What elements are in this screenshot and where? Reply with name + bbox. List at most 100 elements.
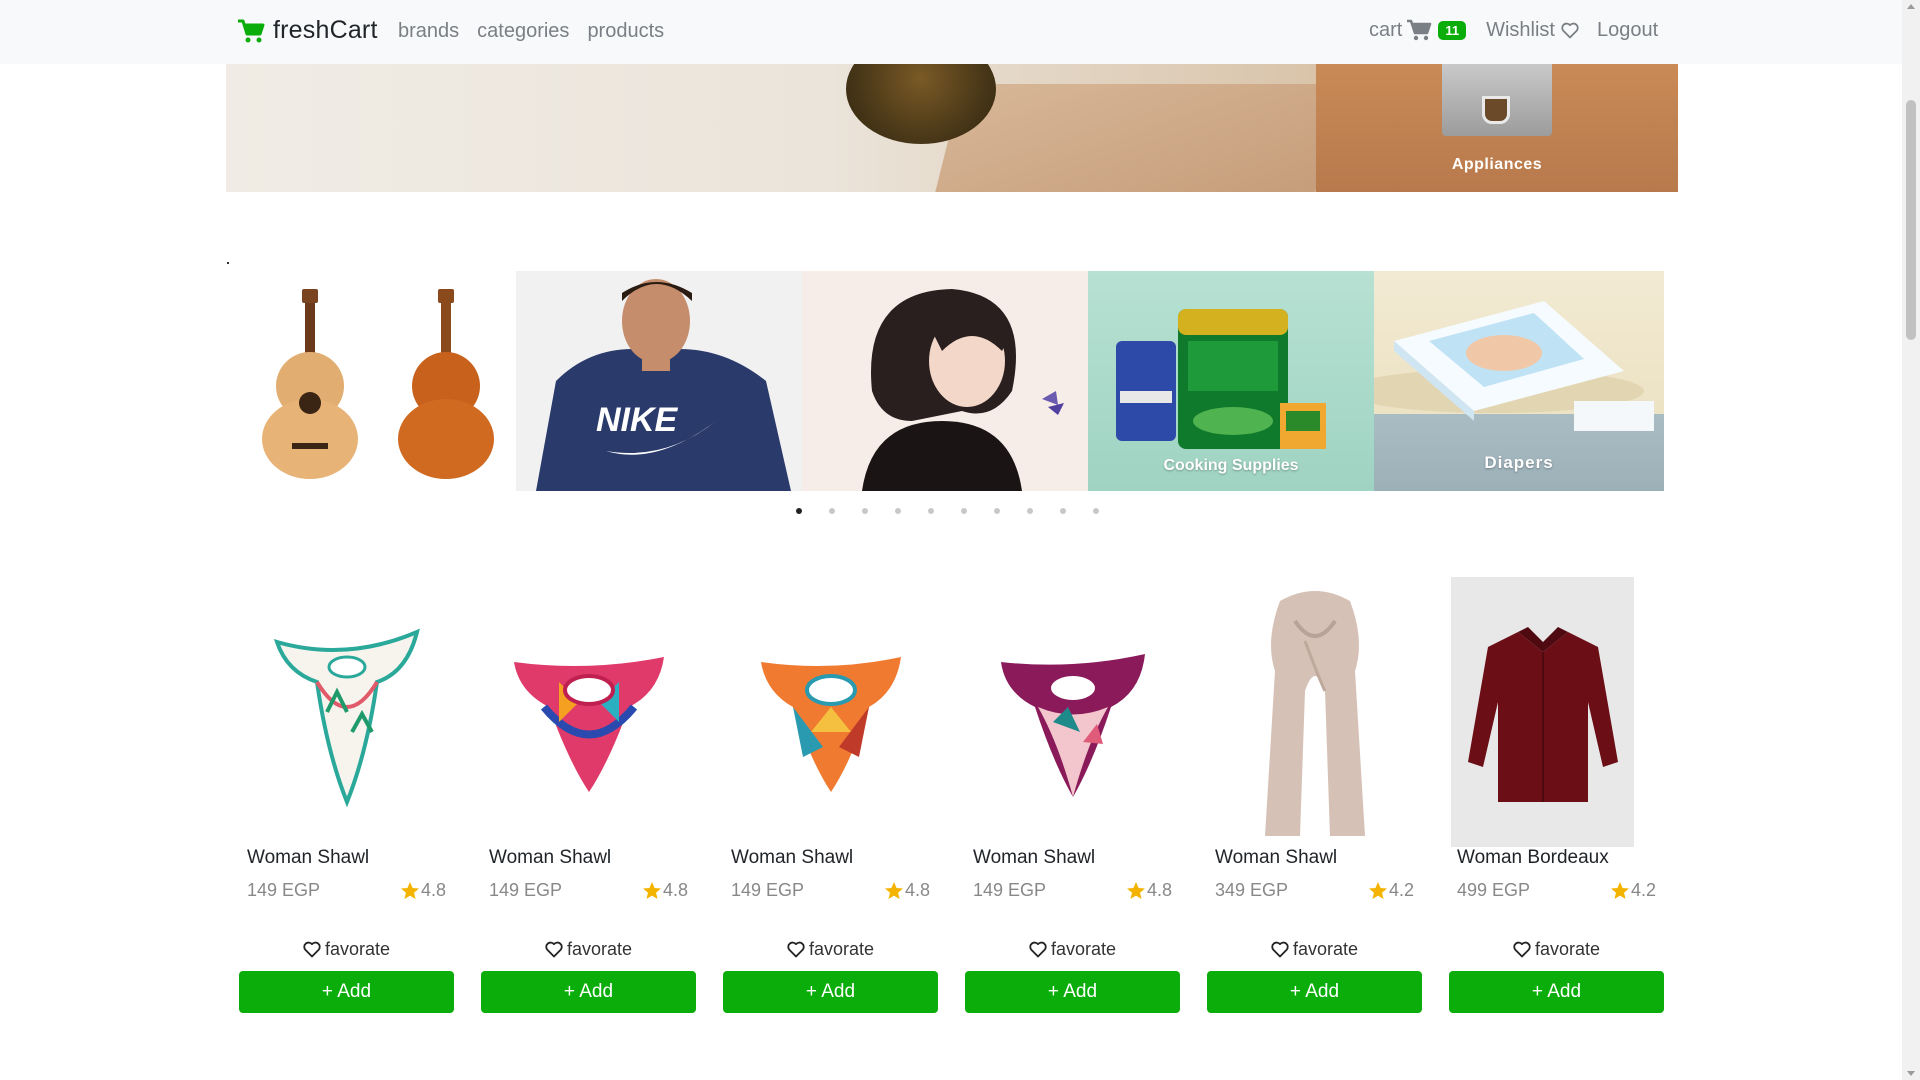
star-icon — [1368, 881, 1387, 899]
product-rating: 4.8 — [642, 880, 688, 901]
slider-dot-2[interactable] — [829, 508, 835, 514]
nav-products-link[interactable]: products — [587, 20, 664, 43]
slider-dot-5[interactable] — [928, 508, 934, 514]
product-rating: 4.8 — [400, 880, 446, 901]
add-to-cart-button[interactable]: + Add — [1449, 971, 1664, 1013]
add-to-cart-button[interactable]: + Add — [239, 971, 454, 1013]
brand-logo[interactable]: freshCart — [237, 16, 378, 45]
favorite-label: favorate — [324, 939, 391, 959]
shawl-image — [273, 628, 420, 808]
product-image[interactable] — [1215, 577, 1414, 847]
nav-categories-link[interactable]: categories — [477, 20, 569, 43]
product-grid: Woman Shawl 149 EGP 4.8 favorate + Add W… — [239, 577, 1664, 1013]
product-card[interactable]: Woman Shawl 349 EGP 4.2 favorate + Add — [1207, 577, 1422, 1013]
heart-icon — [545, 941, 563, 958]
star-icon — [884, 881, 903, 899]
product-card[interactable]: Woman Shawl 149 EGP 4.8 favorate + Add — [239, 577, 454, 1013]
product-price: 149 EGP — [731, 880, 805, 900]
favorite-button[interactable]: favorate — [1207, 939, 1422, 960]
heart-icon — [1561, 22, 1579, 38]
nav-brands-link[interactable]: brands — [398, 20, 459, 43]
product-image[interactable] — [1451, 577, 1634, 847]
favorite-label: favorate — [1292, 939, 1359, 959]
favorite-button[interactable]: favorate — [1449, 939, 1664, 960]
rating-value: 4.8 — [662, 880, 688, 900]
product-rating: 4.2 — [1610, 880, 1656, 901]
product-card[interactable]: Woman Shawl 149 EGP 4.8 favorate + Add — [723, 577, 938, 1013]
favorite-button[interactable]: favorate — [481, 939, 696, 960]
category-slider[interactable]: NIKE Cooking Supplies Diapers — [230, 271, 1664, 491]
add-to-cart-button[interactable]: + Add — [723, 971, 938, 1013]
add-to-cart-button[interactable]: + Add — [1207, 971, 1422, 1013]
add-to-cart-button[interactable]: + Add — [481, 971, 696, 1013]
product-card[interactable]: Woman Shawl 149 EGP 4.8 favorate + Add — [481, 577, 696, 1013]
cart-icon — [1407, 19, 1432, 41]
nike-logo-text: NIKE — [596, 401, 679, 439]
slider-dot-1[interactable] — [796, 508, 802, 514]
category-slide-music[interactable] — [230, 271, 516, 491]
category-slide-mens-fashion[interactable]: NIKE — [516, 271, 802, 491]
product-card[interactable]: Woman Shawl 149 EGP 4.8 favorate + Add — [965, 577, 1180, 1013]
rating-value: 4.2 — [1630, 880, 1656, 900]
product-image[interactable] — [489, 577, 688, 847]
slider-dot-6[interactable] — [961, 508, 967, 514]
shawl-image — [1264, 591, 1365, 836]
favorite-button[interactable]: favorate — [965, 939, 1180, 960]
category-slide-womens-fashion[interactable] — [802, 271, 1088, 491]
star-icon — [1126, 881, 1145, 899]
star-icon — [1610, 881, 1629, 899]
product-rating: 4.8 — [884, 880, 930, 901]
product-image[interactable] — [973, 577, 1172, 847]
cart-count-badge: 11 — [1438, 20, 1467, 40]
scrollbar-thumb[interactable] — [1906, 100, 1916, 340]
scroll-up-arrow-icon[interactable] — [1907, 4, 1915, 9]
cart-logo-icon — [238, 19, 265, 42]
nav-right: cart 11 Wishlist Logout — [1369, 18, 1658, 42]
coffee-cup-image — [1482, 96, 1510, 124]
shawl-image — [513, 657, 664, 792]
favorite-button[interactable]: favorate — [239, 939, 454, 960]
product-image[interactable] — [731, 577, 930, 847]
product-title: Woman Shawl — [731, 847, 854, 868]
product-price: 349 EGP — [1215, 880, 1289, 900]
slider-dot-9[interactable] — [1060, 508, 1066, 514]
favorite-label: favorate — [1050, 939, 1117, 959]
rating-value: 4.8 — [904, 880, 930, 900]
rating-value: 4.8 — [1146, 880, 1172, 900]
nav-links: brands categories products — [398, 20, 664, 43]
product-price: 499 EGP — [1457, 880, 1531, 900]
product-card[interactable]: Woman Bordeaux 499 EGP 4.2 favorate + Ad… — [1449, 577, 1664, 1013]
heart-icon — [787, 941, 805, 958]
category-slide-cooking-supplies[interactable]: Cooking Supplies — [1088, 271, 1374, 491]
stray-dot — [227, 262, 229, 264]
product-price: 149 EGP — [247, 880, 321, 900]
rating-value: 4.2 — [1388, 880, 1414, 900]
slider-dot-10[interactable] — [1093, 508, 1099, 514]
cooking-supplies-caption: Cooking Supplies — [1163, 457, 1299, 474]
cart-link[interactable]: cart 11 — [1369, 18, 1467, 42]
slider-dot-8[interactable] — [1027, 508, 1033, 514]
cart-label: cart — [1369, 18, 1403, 41]
slider-pagination — [796, 508, 1099, 514]
slider-dot-7[interactable] — [994, 508, 1000, 514]
shirt-image — [1467, 627, 1618, 802]
slider-dot-4[interactable] — [895, 508, 901, 514]
wishlist-link[interactable]: Wishlist — [1486, 19, 1579, 42]
favorite-label: favorate — [1534, 939, 1601, 959]
product-image[interactable] — [247, 577, 446, 847]
scroll-down-arrow-icon[interactable] — [1907, 1071, 1915, 1076]
page-scrollbar[interactable] — [1902, 0, 1920, 1080]
appliances-label: Appliances — [1451, 156, 1543, 173]
product-rating: 4.2 — [1368, 880, 1414, 901]
favorite-button[interactable]: favorate — [723, 939, 938, 960]
star-icon — [642, 881, 661, 899]
add-to-cart-button[interactable]: + Add — [965, 971, 1180, 1013]
slider-dot-3[interactable] — [862, 508, 868, 514]
logout-link[interactable]: Logout — [1597, 19, 1658, 42]
heart-icon — [303, 941, 321, 958]
category-slide-diapers[interactable]: Diapers — [1374, 271, 1664, 491]
heart-icon — [1513, 941, 1531, 958]
product-title: Woman Shawl — [247, 847, 370, 868]
hoodie-model-image: NIKE — [516, 271, 802, 491]
product-price: 149 EGP — [489, 880, 563, 900]
